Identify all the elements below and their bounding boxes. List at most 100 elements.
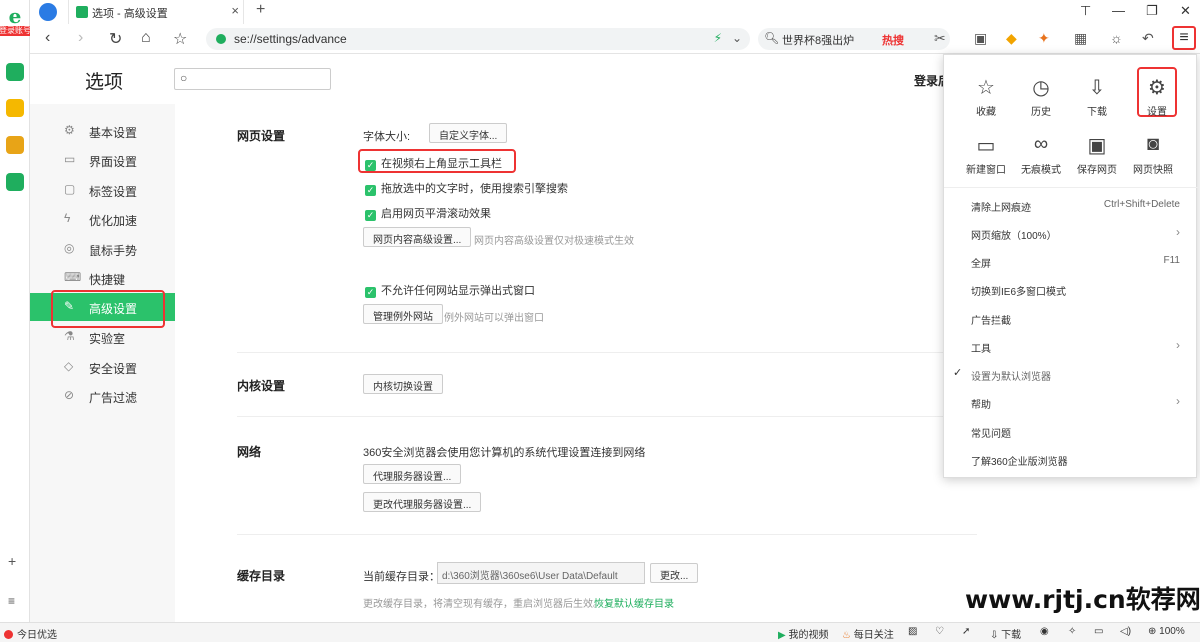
- custom-font-button[interactable]: 自定义字体...: [429, 123, 508, 143]
- scissors-icon[interactable]: ✂: [934, 30, 946, 47]
- sidebar-item-mouse[interactable]: ◎ 鼠标手势: [30, 235, 175, 263]
- close-window-button[interactable]: ✕: [1180, 3, 1191, 19]
- settings-search-input[interactable]: ○: [174, 68, 331, 90]
- tab-title: 选项 - 高级设置: [92, 8, 168, 20]
- back-button[interactable]: ‹: [45, 29, 50, 47]
- browser-logo[interactable]: e 登录账号: [0, 6, 31, 40]
- volume-icon[interactable]: ◁): [1120, 626, 1131, 637]
- address-bar[interactable]: se://settings/advance ⚡ ⌄: [206, 28, 750, 50]
- shield-plugin-icon[interactable]: ◆: [1006, 30, 1017, 47]
- sidebar-item-optimize[interactable]: ϟ 优化加速: [30, 205, 175, 233]
- daily-follow[interactable]: ♨ 每日关注: [842, 626, 894, 641]
- menu-download[interactable]: ⇩ 下载: [1069, 75, 1125, 118]
- star-app-icon[interactable]: [6, 99, 24, 117]
- window-icon[interactable]: ▭: [1094, 626, 1103, 637]
- sidebar-item-security[interactable]: ◇ 安全设置: [30, 353, 175, 381]
- menu-new-window[interactable]: ▭ 新建窗口: [958, 133, 1014, 176]
- gamepad-icon[interactable]: ◉: [1040, 626, 1049, 637]
- my-video[interactable]: ▶ 我的视频: [778, 626, 828, 641]
- menu-fullscreen[interactable]: 全屏 F11: [944, 247, 1198, 275]
- list-icon[interactable]: ≡: [8, 594, 15, 608]
- reload-button[interactable]: ↻: [109, 29, 122, 49]
- menu-default-browser[interactable]: ✓ 设置为默认浏览器: [944, 360, 1198, 388]
- menu-item-label: 网页缩放（100%）: [971, 231, 1057, 242]
- menu-quick-label: 历史: [1031, 107, 1051, 118]
- forward-button[interactable]: ›: [78, 29, 83, 47]
- menu-zoom[interactable]: 网页缩放（100%） ›: [944, 219, 1198, 247]
- menu-snapshot[interactable]: ◙ 网页快照: [1125, 133, 1181, 176]
- sidebar-item-tabs[interactable]: ▢ 标签设置: [30, 176, 175, 204]
- restore-button[interactable]: ❐: [1146, 3, 1158, 19]
- bookmark-star-button[interactable]: ☆: [173, 29, 187, 49]
- menu-save-page[interactable]: ▣ 保存网页: [1069, 133, 1125, 176]
- menu-faq[interactable]: 常见问题: [944, 417, 1198, 445]
- undo-icon[interactable]: ↶: [1142, 30, 1154, 47]
- menu-enterprise[interactable]: 了解360企业版浏览器: [944, 445, 1198, 473]
- pin-icon[interactable]: ⊤: [1080, 3, 1091, 19]
- navigation-icon[interactable]: [39, 3, 57, 21]
- speed-mode-icon[interactable]: ⚡: [714, 31, 722, 45]
- search-text[interactable]: 世界杯8强出炉: [782, 32, 854, 48]
- proxy-settings-button[interactable]: 代理服务器设置...: [363, 464, 462, 484]
- weibo-icon[interactable]: [6, 136, 24, 154]
- menu-adblock[interactable]: 广告拦截: [944, 304, 1198, 332]
- game-plugin-icon[interactable]: ✦: [1038, 30, 1050, 47]
- address-url[interactable]: se://settings/advance: [234, 32, 347, 46]
- image-icon[interactable]: ▨: [908, 626, 917, 637]
- menu-tools[interactable]: 工具 ›: [944, 332, 1198, 360]
- checkbox-smooth-scroll[interactable]: ✓ 启用网页平滑滚动效果: [365, 205, 491, 221]
- sidebar-item-interface[interactable]: ▭ 界面设置: [30, 146, 175, 174]
- status-zoom[interactable]: ⊕ 100%: [1148, 626, 1185, 637]
- clock-icon: ◷: [1032, 77, 1050, 99]
- main-menu-button[interactable]: ≡: [1172, 26, 1196, 50]
- checkbox-video-toolbar[interactable]: ✓ 在视频右上角显示工具栏: [365, 155, 502, 171]
- restore-cache-link[interactable]: 恢复默认缓存目录: [594, 595, 674, 610]
- tab-close-icon[interactable]: ×: [231, 3, 239, 18]
- menu-help[interactable]: 帮助 ›: [944, 388, 1198, 416]
- search-box[interactable]: 🔍︎ 世界杯8强出炉 热搜: [758, 28, 950, 50]
- sidebar-item-shortcuts[interactable]: ⌨ 快捷键: [30, 264, 175, 292]
- checkbox-drag-search[interactable]: ✓ 拖放选中的文字时，使用搜索引擎搜索: [365, 180, 568, 196]
- app-icon-1[interactable]: [6, 63, 24, 81]
- sidebar-item-adblock[interactable]: ⊘ 广告过滤: [30, 382, 175, 410]
- checkbox-block-popups[interactable]: ✓ 不允许任何网站显示弹出式窗口: [365, 282, 535, 298]
- translate-icon[interactable]: ▣: [974, 30, 987, 47]
- apps-grid-icon[interactable]: ▦: [1074, 30, 1087, 47]
- menu-item-label: 广告拦截: [971, 316, 1011, 327]
- mail-icon[interactable]: [6, 173, 24, 191]
- sidebar-item-basic[interactable]: ⚙ 基本设置: [30, 117, 175, 145]
- menu-clear-history[interactable]: 清除上网痕迹 Ctrl+Shift+Delete: [944, 191, 1198, 219]
- kernel-switch-button[interactable]: 内核切换设置: [363, 374, 443, 394]
- menu-incognito[interactable]: ∞ 无痕模式: [1013, 133, 1069, 176]
- watermark: www.rjtj.cn软荐网: [965, 585, 1200, 614]
- advanced-content-button[interactable]: 网页内容高级设置...: [363, 227, 472, 247]
- minimize-button[interactable]: —: [1112, 3, 1125, 18]
- status-download[interactable]: ⇩ 下载: [990, 626, 1021, 641]
- sidebar-item-advanced[interactable]: ✎ 高级设置: [30, 290, 175, 328]
- new-tab-button[interactable]: +: [256, 1, 265, 19]
- menu-ie6-mode[interactable]: 切换到IE6多窗口模式: [944, 275, 1198, 303]
- manage-exceptions-button[interactable]: 管理例外网站: [363, 304, 443, 324]
- chevron-down-icon[interactable]: ⌄: [732, 31, 742, 45]
- daily-pick[interactable]: 今日优选: [4, 626, 57, 641]
- menu-item-label: 全屏: [971, 259, 991, 270]
- change-proxy-button[interactable]: 更改代理服务器设置...: [363, 492, 482, 512]
- home-button[interactable]: ⌂: [141, 29, 151, 47]
- brightness-icon[interactable]: ☼: [1110, 30, 1123, 46]
- heart-icon[interactable]: ♡: [935, 626, 944, 637]
- login-label[interactable]: 登录账号: [0, 26, 31, 36]
- menu-item-label: 设置为默认浏览器: [971, 372, 1051, 383]
- tab-settings[interactable]: 选项 - 高级设置 ×: [68, 0, 244, 24]
- sidebar-item-lab[interactable]: ⚗ 实验室: [30, 323, 175, 351]
- tab-icon: ▢: [64, 182, 76, 196]
- change-cache-button[interactable]: 更改...: [650, 563, 699, 583]
- rocket-icon[interactable]: ➚: [962, 626, 970, 637]
- cleanup-icon[interactable]: ✧: [1068, 626, 1076, 637]
- menu-history[interactable]: ◷ 历史: [1013, 75, 1069, 118]
- cache-path-field[interactable]: d:\360浏览器\360se6\User Data\Default: [437, 562, 645, 584]
- menu-settings[interactable]: ⚙ 设置: [1129, 75, 1185, 118]
- menu-quick-label: 设置: [1147, 107, 1167, 118]
- menu-favorites[interactable]: ☆ 收藏: [958, 75, 1014, 118]
- hot-search-label[interactable]: 热搜: [882, 32, 904, 48]
- add-icon[interactable]: +: [8, 553, 16, 569]
